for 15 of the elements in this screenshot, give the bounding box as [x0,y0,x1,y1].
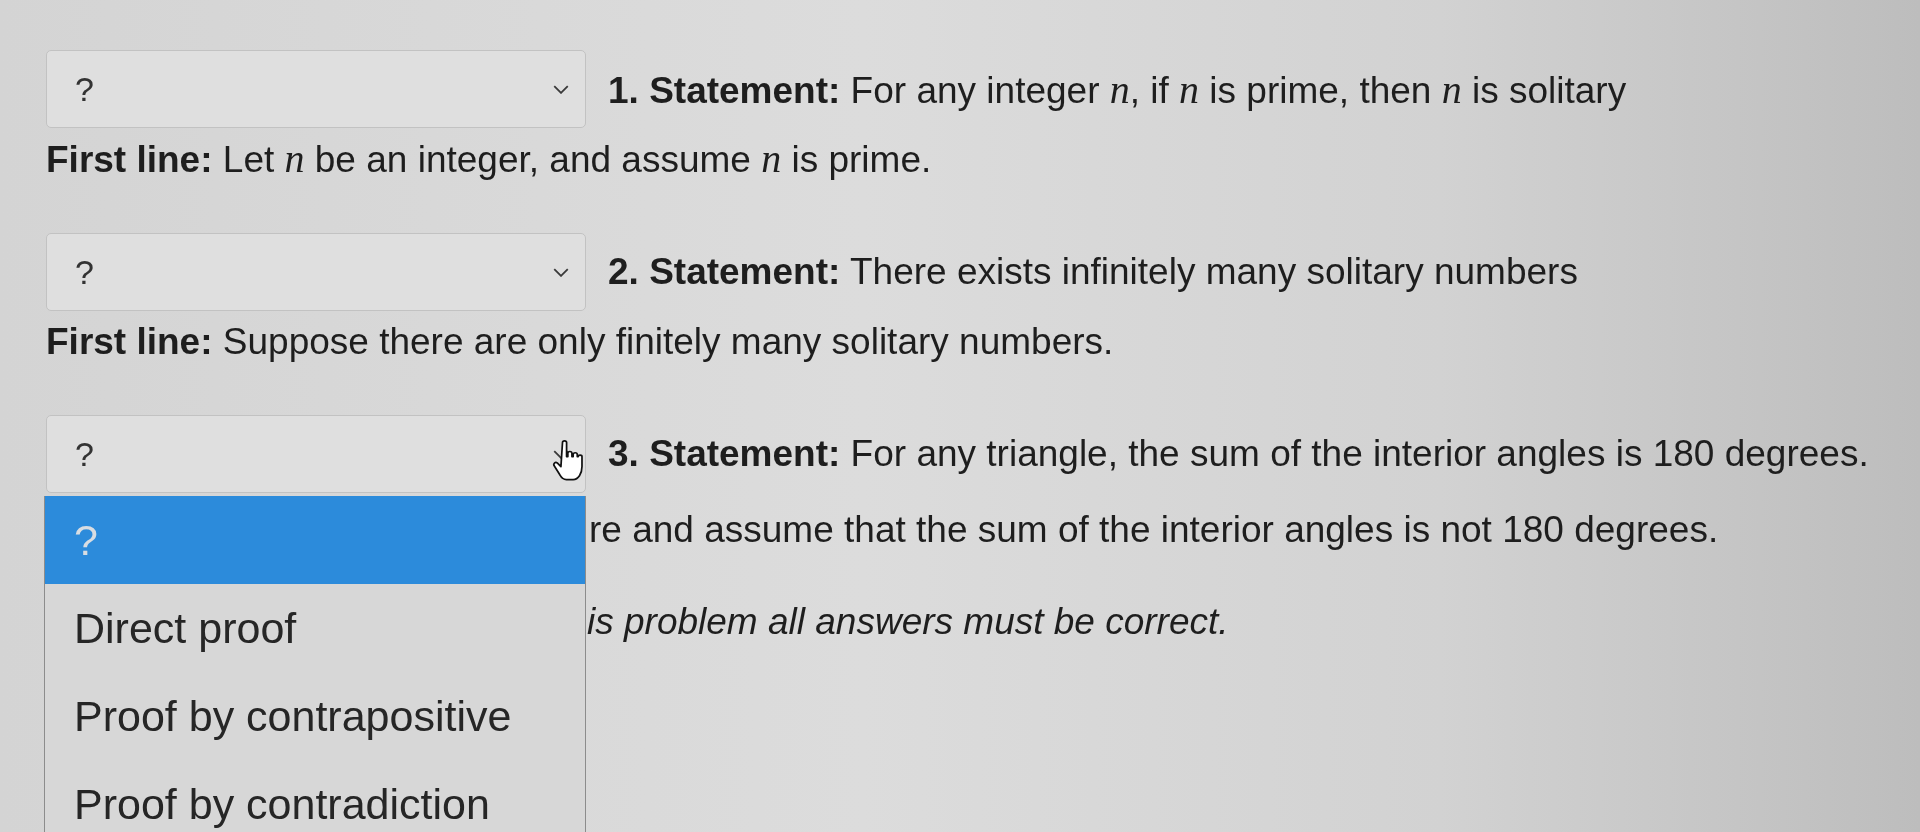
first-line-text: re and assume that the sum of the interior angles is not 180 degrees. [589,509,1719,550]
chevron-icon [553,267,569,277]
proof-type-select[interactable]: ? [46,50,586,128]
proof-type-select[interactable]: ? [46,415,586,493]
statement-text: 1. Statement: For any integer n, if n is prime, then n is solitary [608,65,1627,113]
dropdown-option[interactable]: Proof by contradiction [45,760,585,832]
dropdown-option[interactable]: Direct proof [45,584,585,672]
dropdown-option[interactable]: Proof by contrapositive [45,672,585,760]
statement-text: 3. Statement: For any triangle, the sum of the interior angles is 180 degrees. [608,433,1869,475]
instruction-note: is problem all answers must be correct. [587,601,1229,642]
first-line-text: First line: Let n be an integer, and assume n is prime. [46,139,932,180]
first-line-text: First line: Suppose there are only finitely many solitary numbers. [46,321,1114,362]
statement-text: 2. Statement: There exists infinitely many solitary numbers [608,251,1578,293]
chevron-icon [553,84,569,94]
proof-type-select[interactable]: ? [46,233,586,311]
